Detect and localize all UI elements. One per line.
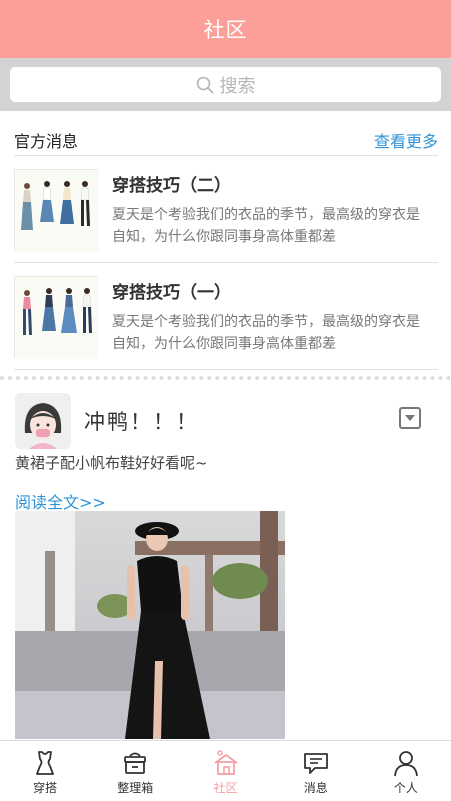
message-icon <box>303 753 328 774</box>
news-title: 穿搭技巧（二） <box>112 176 231 196</box>
official-news-title: 官方消息 <box>14 131 79 151</box>
post-options-button[interactable] <box>399 407 421 429</box>
tab-wardrobe-box[interactable]: 整理箱 <box>90 741 180 801</box>
tab-profile[interactable]: 个人 <box>361 741 451 801</box>
tab-label: 穿搭 <box>33 781 58 795</box>
section-divider <box>0 376 451 380</box>
news-text: 穿搭技巧（二） 夏天是个考验我们的衣品的季节，最高级的穿衣是自知，为什么你跟同事… <box>112 171 424 248</box>
news-text: 穿搭技巧（一） 夏天是个考验我们的衣品的季节，最高级的穿衣是自知，为什么你跟同事… <box>112 278 424 355</box>
app-header: 社区 <box>0 0 451 58</box>
tab-label: 个人 <box>393 781 418 795</box>
avatar[interactable] <box>15 393 71 449</box>
search-bar: 搜索 <box>0 58 451 111</box>
search-icon <box>196 76 213 93</box>
post-photo[interactable] <box>15 511 285 739</box>
tab-label: 社区 <box>213 781 238 795</box>
news-description: 夏天是个考验我们的衣品的季节，最高级的穿衣是自知，为什么你跟同事身高体重都差 <box>112 207 420 245</box>
search-input[interactable]: 搜索 <box>10 67 441 102</box>
tab-outfit[interactable]: 穿搭 <box>0 741 90 801</box>
news-thumbnail <box>14 168 99 252</box>
bottom-tab-bar: 穿搭 整理箱 社区 消息 个人 <box>0 740 451 801</box>
page-title: 社区 <box>203 18 248 42</box>
post-text: 黄裙子配小帆布鞋好好看呢~ <box>15 454 208 472</box>
news-description: 夏天是个考验我们的衣品的季节，最高级的穿衣是自知，为什么你跟同事身高体重都差 <box>112 314 420 352</box>
search-placeholder: 搜索 <box>219 75 256 97</box>
tab-messages[interactable]: 消息 <box>271 741 361 801</box>
news-item[interactable]: 穿搭技巧（一） 夏天是个考验我们的衣品的季节，最高级的穿衣是自知，为什么你跟同事… <box>14 264 438 370</box>
news-title: 穿搭技巧（一） <box>112 283 231 303</box>
post-username: 冲鸭！！！ <box>84 410 199 434</box>
news-item[interactable]: 穿搭技巧（二） 夏天是个考验我们的衣品的季节，最高级的穿衣是自知，为什么你跟同事… <box>14 157 438 263</box>
wardrobe-box-icon <box>124 752 147 774</box>
outfit-icon <box>36 751 54 775</box>
read-more-link[interactable]: 阅读全文>> <box>15 489 106 513</box>
tab-community[interactable]: 社区 <box>180 741 270 801</box>
tab-label: 整理箱 <box>117 781 154 795</box>
dropdown-triangle-icon <box>405 415 415 421</box>
official-news-header: 官方消息 查看更多 <box>14 124 438 156</box>
person-icon <box>394 751 418 777</box>
view-more-link[interactable]: 查看更多 <box>374 128 438 152</box>
community-house-icon <box>213 750 238 775</box>
tab-label: 消息 <box>303 781 328 795</box>
news-thumbnail <box>14 275 99 359</box>
